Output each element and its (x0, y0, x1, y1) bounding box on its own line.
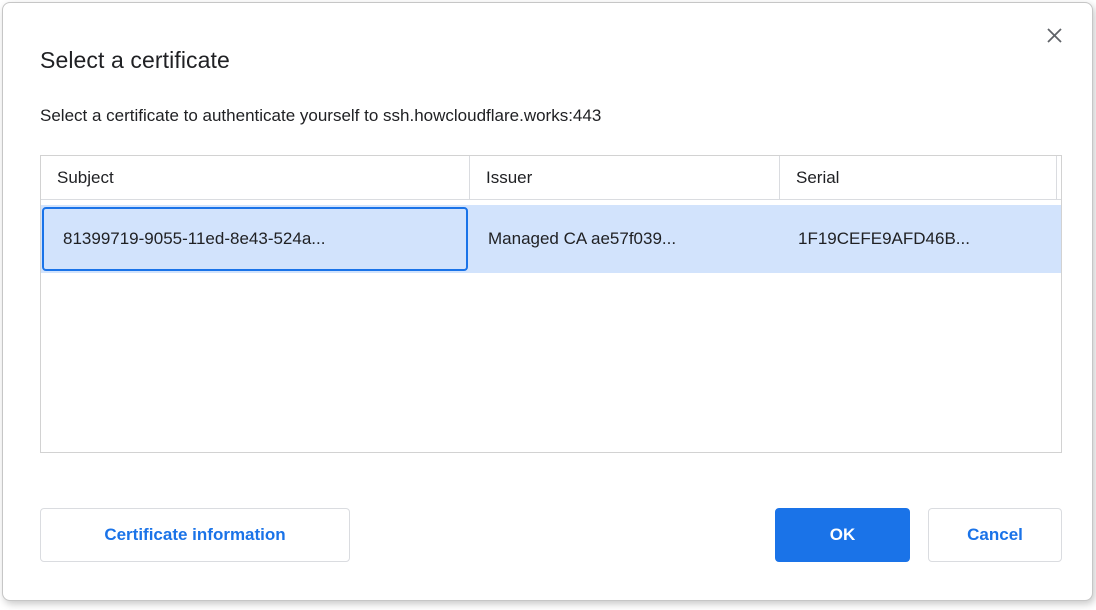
ok-button[interactable]: OK (775, 508, 910, 562)
close-icon (1046, 27, 1063, 44)
certificate-information-button[interactable]: Certificate information (40, 508, 350, 562)
subject-cell-focus-ring[interactable]: 81399719-9055-11ed-8e43-524a... (42, 207, 468, 271)
cell-subject: 81399719-9055-11ed-8e43-524a... (44, 229, 325, 249)
dialog-title: Select a certificate (40, 47, 230, 74)
cancel-button[interactable]: Cancel (928, 508, 1062, 562)
table-header-row: Subject Issuer Serial (41, 156, 1061, 200)
certificate-row-selected[interactable]: 81399719-9055-11ed-8e43-524a... Managed … (41, 205, 1061, 273)
cell-issuer: Managed CA ae57f039... (469, 229, 779, 249)
cell-serial: 1F19CEFE9AFD46B... (779, 229, 1056, 249)
certificate-picker-dialog-frame: Select a certificate Select a certificat… (0, 0, 1096, 610)
column-header-subject[interactable]: Subject (41, 156, 469, 199)
column-header-issuer[interactable]: Issuer (469, 156, 779, 199)
certificate-table: Subject Issuer Serial 81399719-9055-11ed… (40, 155, 1062, 453)
certificate-picker-dialog: Select a certificate Select a certificat… (2, 2, 1093, 601)
close-button[interactable] (1040, 21, 1068, 49)
header-scrollbar-gutter-divider (1056, 156, 1061, 199)
column-header-serial[interactable]: Serial (779, 156, 1056, 199)
dialog-subtitle: Select a certificate to authenticate you… (40, 106, 601, 126)
